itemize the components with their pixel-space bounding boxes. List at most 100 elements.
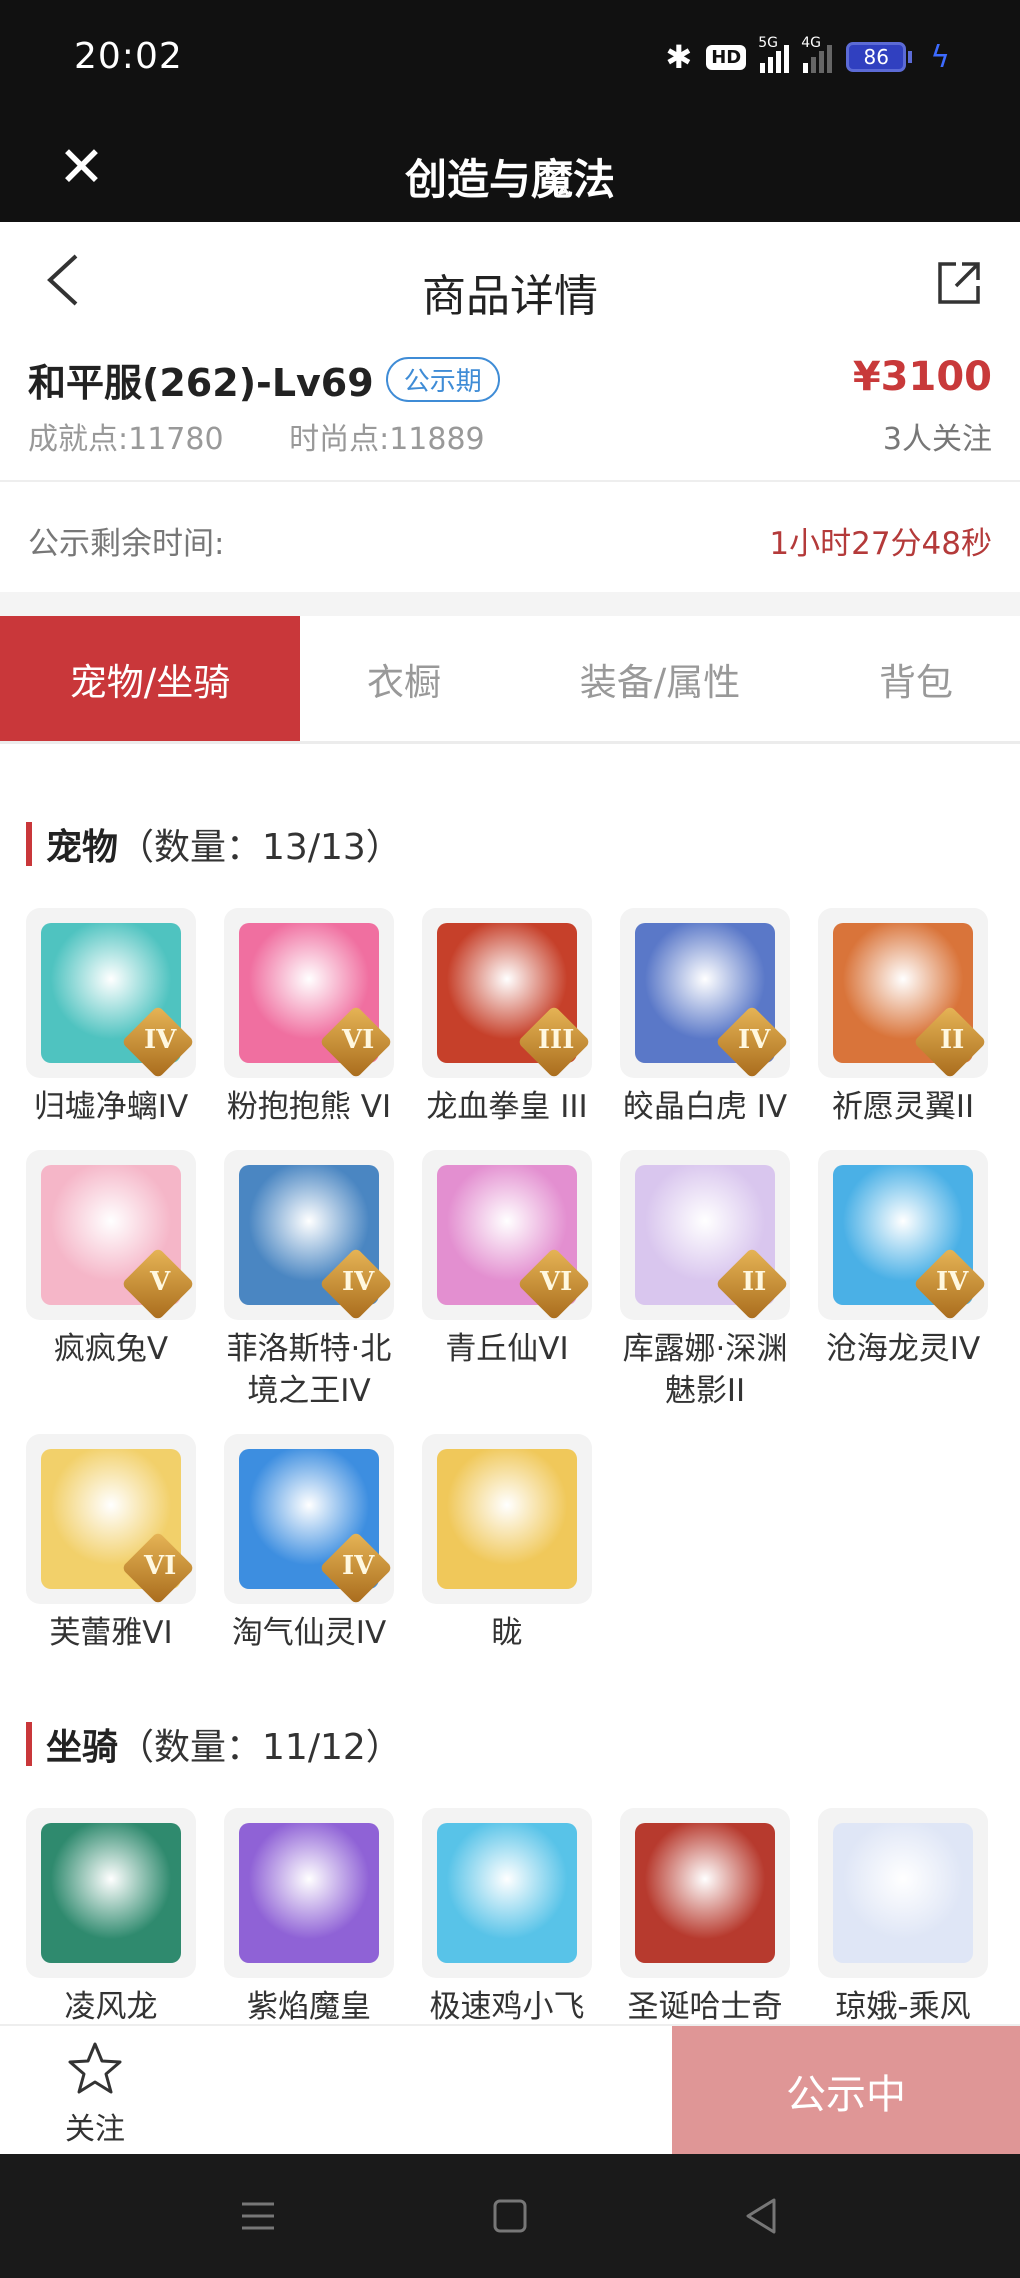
mount-thumbnail: [422, 1808, 592, 1978]
rank-numeral: II: [741, 1266, 767, 1297]
pet-item[interactable]: VI 芙蕾雅VI: [26, 1434, 196, 1654]
home-icon[interactable]: [486, 2192, 534, 2240]
menu-icon[interactable]: [234, 2192, 282, 2240]
pet-name: 芙蕾雅VI: [49, 1615, 173, 1651]
pet-item[interactable]: IV 菲洛斯特·北境之王IV: [224, 1150, 394, 1412]
rank-numeral: IV: [737, 1024, 771, 1055]
pet-item[interactable]: IV 皎晶白虎 IV: [620, 908, 790, 1128]
pet-name: 粉抱抱熊 VI: [226, 1089, 392, 1125]
pet-item[interactable]: III 龙血拳皇 III: [422, 908, 592, 1128]
pet-item[interactable]: VI 青丘仙VI: [422, 1150, 592, 1412]
product-name-text: 和平服(262)-Lv69: [28, 361, 374, 405]
product-stats: 成就点:11780 时尚点:11889: [28, 414, 541, 458]
section-marker: [26, 822, 32, 866]
countdown-label: 公示剩余时间:: [28, 526, 225, 562]
pet-name: 库露娜·深渊魅影II: [622, 1331, 788, 1409]
pet-name: 祈愿灵翼II: [831, 1089, 975, 1125]
follower-count: 3人关注: [882, 422, 992, 457]
detail-tabs: 宠物/坐骑 衣橱 装备/属性 背包: [0, 616, 1020, 744]
mount-item[interactable]: 琼娥-乘风: [818, 1808, 988, 2028]
signal-4g-label: 4G: [801, 35, 821, 51]
pet-thumbnail: II: [620, 1150, 790, 1320]
countdown-value: 1小时27分48秒: [769, 526, 992, 562]
rank-numeral: VI: [539, 1266, 573, 1297]
mount-item[interactable]: 紫焰魔皇: [224, 1808, 394, 2028]
system-nav-bar: [0, 2154, 1020, 2278]
share-icon[interactable]: [936, 260, 982, 306]
back-nav-icon[interactable]: [738, 2192, 786, 2240]
rank-numeral: VI: [341, 1024, 375, 1055]
section-divider: [0, 592, 1020, 616]
charging-icon: ϟ: [930, 39, 950, 75]
product-info: 和平服(262)-Lv69 公示期 ¥3100 成就点:11780 时尚点:11…: [0, 350, 1020, 482]
pet-item[interactable]: V 疯疯兔V: [26, 1150, 196, 1412]
pet-item[interactable]: IV 归墟净螭IV: [26, 908, 196, 1128]
pet-item[interactable]: IV 淘气仙灵IV: [224, 1434, 394, 1654]
pet-name: 皎晶白虎 IV: [622, 1089, 788, 1125]
app-title: 创造与魔法: [404, 155, 615, 204]
signal-5g-icon: 5G: [758, 35, 790, 73]
pet-name: 龙血拳皇 III: [426, 1089, 588, 1125]
nav-bar: 商品详情: [0, 222, 1020, 350]
bluetooth-icon: ✱: [665, 38, 693, 76]
pet-item[interactable]: IV 沧海龙灵IV: [818, 1150, 988, 1412]
rank-numeral: III: [537, 1024, 575, 1055]
pet-thumbnail: [422, 1434, 592, 1604]
pet-item[interactable]: VI 粉抱抱熊 VI: [224, 908, 394, 1128]
mount-thumbnail: [224, 1808, 394, 1978]
star-icon: [68, 2042, 122, 2094]
tab-backpack[interactable]: 背包: [812, 616, 1020, 741]
pet-thumbnail: VI: [224, 908, 394, 1078]
pet-item[interactable]: II 库露娜·深渊魅影II: [620, 1150, 790, 1412]
pet-thumbnail: IV: [26, 908, 196, 1078]
follow-button[interactable]: 关注: [30, 2040, 160, 2148]
mount-item[interactable]: 极速鸡小飞: [422, 1808, 592, 2028]
product-price: ¥3100: [852, 354, 992, 400]
mount-item[interactable]: 凌风龙: [26, 1808, 196, 2028]
fashion-points: 时尚点:11889: [289, 422, 485, 457]
rank-numeral: IV: [935, 1266, 969, 1297]
achievement-points: 成就点:11780: [28, 422, 224, 457]
mount-thumbnail: [26, 1808, 196, 1978]
mount-artwork: [239, 1823, 379, 1963]
pet-item[interactable]: II 祈愿灵翼II: [818, 908, 988, 1128]
pet-name: 菲洛斯特·北境之王IV: [226, 1331, 392, 1409]
pet-thumbnail: V: [26, 1150, 196, 1320]
status-bar: 20:02 ✱ HD 5G 4G 86 ϟ: [0, 0, 1020, 118]
pets-title: 宠物: [46, 827, 119, 868]
rank-numeral: IV: [143, 1024, 177, 1055]
countdown-row: 公示剩余时间: 1小时27分48秒: [0, 482, 1020, 592]
pet-thumbnail: IV: [818, 1150, 988, 1320]
tab-wardrobe[interactable]: 衣橱: [300, 616, 508, 741]
rank-numeral: IV: [341, 1266, 375, 1297]
pet-name: 淘气仙灵IV: [231, 1615, 387, 1651]
signal-4g-icon: 4G: [801, 35, 833, 73]
pet-thumbnail: II: [818, 908, 988, 1078]
page-title: 商品详情: [422, 271, 598, 322]
hd-icon: HD: [706, 44, 747, 70]
app-bar: ✕ 创造与魔法: [0, 118, 1020, 222]
tab-equipment[interactable]: 装备/属性: [508, 616, 812, 741]
tab-pets-mounts[interactable]: 宠物/坐骑: [0, 616, 300, 741]
pet-name: 疯疯兔V: [53, 1331, 169, 1367]
pet-item[interactable]: 眬: [422, 1434, 592, 1654]
mount-name: 琼娥-乘风: [835, 1989, 971, 2025]
pets-section-header: 宠物 （数量：13/13）: [26, 818, 402, 870]
mounts-title: 坐骑: [46, 1727, 119, 1768]
bottom-action-bar: 关注 公示中: [0, 2024, 1020, 2156]
follow-label: 关注: [65, 2112, 125, 2147]
mount-thumbnail: [818, 1808, 988, 1978]
mount-artwork: [41, 1823, 181, 1963]
pet-thumbnail: VI: [26, 1434, 196, 1604]
status-time: 20:02: [74, 36, 183, 77]
pet-name: 眬: [491, 1615, 523, 1651]
signal-5g-label: 5G: [758, 35, 778, 51]
pet-thumbnail: IV: [224, 1150, 394, 1320]
mounts-grid: 凌风龙 紫焰魔皇 极速鸡小飞 圣诞哈士奇 琼娥-乘风: [26, 1808, 1006, 2028]
battery-icon: 86: [846, 42, 913, 72]
mount-artwork: [833, 1823, 973, 1963]
mount-artwork: [437, 1823, 577, 1963]
mount-item[interactable]: 圣诞哈士奇: [620, 1808, 790, 2028]
rank-numeral: V: [150, 1266, 171, 1297]
publicity-button[interactable]: 公示中: [672, 2026, 1020, 2156]
